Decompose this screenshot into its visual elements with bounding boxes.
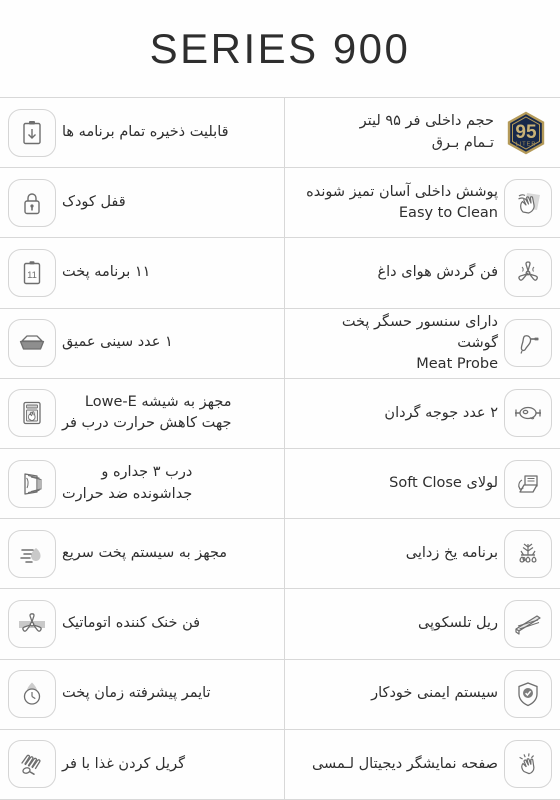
meat-probe-icon (504, 319, 552, 368)
feature-label: سیستم ایمنی خودکار (371, 685, 498, 702)
soft-close-hinge-icon (504, 459, 552, 508)
svg-text:95: 95 (515, 122, 537, 143)
feature-label: مجهز به شیشه Lowe-E جهت کاهش حرارت درب ف… (62, 394, 232, 432)
feature-row: ریل تلسکوپی فن خنک کننده اتوماتیک (0, 589, 560, 660)
feature-row: برنامه یخ زدایی مجهز به سیستم پخت سریع (0, 519, 560, 590)
deep-tray-icon (8, 319, 56, 368)
feature-row: سیستم ایمنی خودکار تایمر پیشرفته زمان پخ… (0, 659, 560, 730)
feature-cell-right[interactable]: ریل تلسکوپی (284, 589, 560, 659)
svg-text:LITER: LITER (516, 141, 537, 147)
feature-cell-right[interactable]: لولای Soft Close (284, 449, 560, 519)
feature-label: تایمر پیشرفته زمان پخت (62, 685, 211, 702)
feature-cell-right[interactable]: 95 LITER حجم داخلی فر ۹۵ لیتر تـمام بـرق (284, 98, 560, 168)
feature-label: برنامه یخ زدایی (405, 544, 498, 561)
feature-cell-left[interactable]: قفل کودک (0, 168, 284, 237)
95-liter-badge-icon: 95 LITER (500, 107, 552, 159)
feature-label: پوشش داخلی آسان تمیز شونده Easy to Clean (306, 183, 498, 221)
clipboard-11-icon: 11 (8, 249, 56, 297)
feature-label: ۱۱ برنامه پخت (62, 264, 151, 281)
svg-text:11: 11 (27, 270, 37, 281)
cooling-fan-icon (8, 600, 56, 649)
feature-cell-right[interactable]: ۲ عدد جوجه گردان (284, 378, 560, 449)
feature-cell-right[interactable]: صفحه نمایشگر دیجیتال لـمسی (284, 729, 560, 800)
feature-label: ۲ عدد جوجه گردان (384, 404, 498, 421)
feature-cell-right[interactable]: پوشش داخلی آسان تمیز شونده Easy to Clean (284, 168, 560, 238)
rotisserie-chicken-icon (504, 389, 552, 438)
feature-label: گریل کردن غذا با فر (62, 755, 185, 772)
feature-label: ۱ عدد سینی عمیق (62, 334, 173, 351)
feature-cell-left[interactable]: درب ۳ جداره و جداشونده ضد حرارت (0, 449, 284, 518)
feature-label: دارای سنسور حسگر پخت گوشت Meat Probe (341, 313, 498, 372)
feature-cell-left[interactable]: تایمر پیشرفته زمان پخت (0, 660, 284, 729)
feature-cell-right[interactable]: سیستم ایمنی خودکار (284, 659, 560, 729)
title-bar: SERIES 900 (0, 0, 560, 97)
feature-row: 95 LITER حجم داخلی فر ۹۵ لیتر تـمام بـرق… (0, 98, 560, 169)
safety-shield-icon (504, 670, 552, 719)
feature-cell-left[interactable]: فن خنک کننده اتوماتیک (0, 589, 284, 658)
feature-label: فن گردش هوای داغ (377, 264, 498, 281)
feature-cell-left[interactable]: ۱۱ برنامه پخت 11 (0, 238, 284, 307)
feature-label: مجهز به سیستم پخت سریع (62, 544, 228, 561)
page-title: SERIES 900 (149, 24, 411, 72)
telescopic-rail-icon (504, 600, 552, 649)
touch-display-icon (504, 740, 552, 789)
oven-glass-door-icon (8, 389, 56, 438)
feature-cell-left[interactable]: قابلیت ذخیره تمام برنامه ها (0, 98, 284, 167)
feature-label: حجم داخلی فر ۹۵ لیتر تـمام بـرق (359, 112, 494, 151)
cleaning-hand-icon (504, 178, 552, 227)
feature-label: درب ۳ جداره و جداشونده ضد حرارت (62, 463, 193, 502)
feature-row: صفحه نمایشگر دیجیتال لـمسی گریل کردن غذا… (0, 729, 560, 800)
cooking-timer-icon (8, 670, 56, 719)
feature-cell-right[interactable]: فن گردش هوای داغ (284, 238, 560, 308)
feature-row: لولای Soft Close درب ۳ جداره و جداشونده … (0, 449, 560, 520)
feature-cell-left[interactable]: ۱ عدد سینی عمیق (0, 309, 284, 378)
feature-cell-left[interactable]: مجهز به شیشه Lowe-E جهت کاهش حرارت درب ف… (0, 379, 284, 448)
grill-element-icon (8, 740, 56, 789)
feature-label: قفل کودک (62, 193, 126, 210)
defrost-icon (504, 529, 552, 578)
spec-sheet: SERIES 900 95 LITER حجم داخلی فر ۹۵ لیتر… (0, 0, 560, 800)
feature-cell-right[interactable]: برنامه یخ زدایی (284, 519, 560, 589)
feature-row: ۲ عدد جوجه گردان مجهز به شیشه Lowe-E جهت… (0, 378, 560, 450)
feature-row: فن گردش هوای داغ ۱۱ برنامه پخت 11 (0, 238, 560, 309)
feature-cell-left[interactable]: مجهز به سیستم پخت سریع (0, 519, 284, 588)
feature-label: ریل تلسکوپی (417, 615, 498, 632)
hot-air-fan-icon (504, 249, 552, 297)
feature-grid: 95 LITER حجم داخلی فر ۹۵ لیتر تـمام بـرق… (0, 97, 560, 800)
fast-cook-icon (8, 529, 56, 578)
feature-label: لولای Soft Close (389, 475, 498, 492)
triple-glazed-door-icon (8, 459, 56, 508)
feature-row: دارای سنسور حسگر پخت گوشت Meat Probe ۱ ع… (0, 308, 560, 379)
feature-label: فن خنک کننده اتوماتیک (62, 615, 201, 632)
feature-cell-left[interactable]: گریل کردن غذا با فر (0, 730, 284, 799)
feature-row: پوشش داخلی آسان تمیز شونده Easy to Clean… (0, 168, 560, 239)
feature-label: صفحه نمایشگر دیجیتال لـمسی (311, 755, 498, 772)
feature-label: قابلیت ذخیره تمام برنامه ها (62, 123, 229, 140)
padlock-icon (8, 178, 56, 227)
feature-cell-right[interactable]: دارای سنسور حسگر پخت گوشت Meat Probe (284, 308, 560, 378)
clipboard-download-icon (8, 108, 56, 157)
